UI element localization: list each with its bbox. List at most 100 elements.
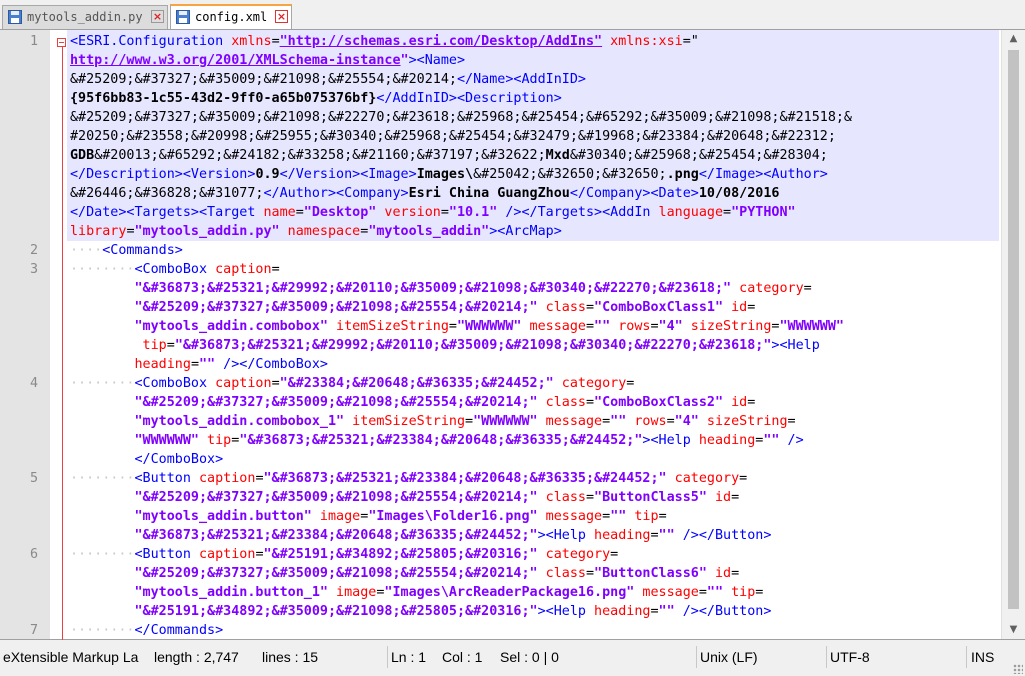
- code-token: "": [658, 528, 675, 543]
- code-line[interactable]: "&#25209;&#37327;&#35009;&#21098;&#25554…: [0, 298, 1000, 317]
- code-token: 10/08/2016: [698, 186, 780, 201]
- code-token: caption: [199, 547, 256, 562]
- code-token: id: [706, 490, 732, 505]
- code-token: "": [610, 509, 627, 524]
- code-token: class: [537, 300, 586, 315]
- code-line[interactable]: 7 ········</Commands>: [0, 621, 1000, 640]
- code-token: =: [731, 566, 740, 581]
- code-token: =: [585, 395, 595, 410]
- code-token: =: [271, 34, 280, 49]
- code-line[interactable]: "&#25209;&#37327;&#35009;&#21098;&#25554…: [0, 564, 1000, 583]
- code-token: =: [190, 357, 199, 372]
- code-line[interactable]: "&#36873;&#25321;&#23384;&#20648;&#36335…: [0, 526, 1000, 545]
- resize-grip-icon[interactable]: [1013, 664, 1023, 674]
- code-token: message: [537, 414, 603, 429]
- code-line[interactable]: 2 ····<Commands>: [0, 241, 1000, 260]
- code-token: =: [658, 509, 667, 524]
- code-token: library: [70, 224, 127, 239]
- close-icon[interactable]: ×: [151, 10, 164, 23]
- code-line[interactable]: #20250;&#23558;&#20998;&#25955;&#30340;&…: [0, 127, 1000, 146]
- code-token: =: [723, 205, 732, 220]
- save-disk-icon: [8, 10, 22, 24]
- code-line[interactable]: </Date><Targets><Target name="Desktop" v…: [0, 203, 1000, 222]
- scroll-up-arrow-icon[interactable]: ▲: [1002, 30, 1025, 48]
- code-line[interactable]: "&#36873;&#25321;&#29992;&#20110;&#35009…: [0, 279, 1000, 298]
- code-token: rows: [626, 414, 667, 429]
- code-token: ><Help: [537, 604, 595, 619]
- tab-mytools-addin-py[interactable]: mytools_addin.py ×: [2, 5, 168, 29]
- code-line[interactable]: "&#25191;&#34892;&#35009;&#21098;&#25805…: [0, 602, 1000, 621]
- code-editor[interactable]: 1 <ESRI.Configuration xmlns="http://schem…: [0, 29, 1025, 647]
- code-line[interactable]: library="mytools_addin.py" namespace="my…: [0, 222, 1000, 241]
- code-line[interactable]: 4 ········<ComboBox caption="&#23384;&#20…: [0, 374, 1000, 393]
- code-token: "&#36873;&#25321;&#23384;&#20648;&#36335…: [134, 528, 538, 543]
- code-token: tip: [199, 433, 232, 448]
- code-line[interactable]: "&#25209;&#37327;&#35009;&#21098;&#25554…: [0, 393, 1000, 412]
- code-token: "mytools_addin.combobox_1": [134, 414, 345, 429]
- code-line[interactable]: "mytools_addin.combobox_1" itemSizeStrin…: [0, 412, 1000, 431]
- code-token: message: [537, 509, 603, 524]
- code-token: "Images\Folder16.png": [368, 509, 538, 524]
- code-line[interactable]: 3 ········<ComboBox caption=: [0, 260, 1000, 279]
- status-mode[interactable]: INS: [971, 649, 994, 665]
- code-lines[interactable]: 1 <ESRI.Configuration xmlns="http://schem…: [0, 32, 1000, 640]
- code-token: /></Button>: [674, 604, 772, 619]
- code-line[interactable]: 5 ········<Button caption="&#36873;&#2532…: [0, 469, 1000, 488]
- code-token: "ButtonClass5": [594, 490, 707, 505]
- code-line[interactable]: "mytools_addin.combobox" itemSizeString=…: [0, 317, 1000, 336]
- code-token: "&#25209;&#37327;&#35009;&#21098;&#25554…: [134, 490, 538, 505]
- code-token: "&#25191;&#34892;&#35009;&#21098;&#25805…: [134, 604, 538, 619]
- code-line[interactable]: http://www.w3.org/2001/XMLSchema-instanc…: [0, 51, 1000, 70]
- code-text: ········<ComboBox caption="&#23384;&#206…: [70, 374, 634, 393]
- code-line[interactable]: &#25209;&#37327;&#35009;&#21098;&#25554;…: [0, 70, 1000, 89]
- status-encoding[interactable]: UTF-8: [830, 649, 870, 665]
- code-line[interactable]: "&#25209;&#37327;&#35009;&#21098;&#25554…: [0, 488, 1000, 507]
- wrap-indent: [70, 528, 135, 543]
- code-token: image: [327, 585, 377, 600]
- code-line[interactable]: "mytools_addin.button" image = "Images\Fol…: [0, 507, 1000, 526]
- code-line[interactable]: &#25209;&#37327;&#35009;&#21098;&#22270;…: [0, 108, 1000, 127]
- code-line[interactable]: 1 <ESRI.Configuration xmlns="http://schem…: [0, 32, 1000, 51]
- code-line[interactable]: tip="&#36873;&#25321;&#29992;&#20110;&#3…: [0, 336, 1000, 355]
- line-number: 5: [29, 471, 38, 486]
- scroll-down-arrow-icon[interactable]: ▼: [1002, 621, 1025, 639]
- code-token: "&#36873;&#25321;&#29992;&#20110;&#35009…: [174, 338, 772, 353]
- wrap-indent: [70, 414, 135, 429]
- code-line[interactable]: </Description><Version>0.9</Version><Ima…: [0, 165, 1000, 184]
- code-line[interactable]: &#26446;&#36828;&#31077;</Author><Compan…: [0, 184, 1000, 203]
- code-token: tip: [626, 509, 659, 524]
- status-separator: [826, 646, 827, 668]
- code-line[interactable]: heading="" /></ComboBox>: [0, 355, 1000, 374]
- code-token: &#25209;&#37327;&#35009;&#21098;&#25554;…: [70, 72, 457, 87]
- scroll-thumb[interactable]: [1008, 50, 1019, 609]
- tab-config-xml[interactable]: config.xml ×: [170, 4, 292, 29]
- vertical-scrollbar[interactable]: ▲ ▼: [1001, 30, 1025, 639]
- code-token: =: [602, 509, 611, 524]
- code-line[interactable]: {95f6bb83-1c55-43d2-9ff0-a65b075376bf}</…: [0, 89, 1000, 108]
- code-line[interactable]: "mytools_addin.button_1" image = "Images\A…: [0, 583, 1000, 602]
- code-token: </AddInID><Description>: [376, 91, 562, 106]
- wrap-indent: [70, 490, 135, 505]
- code-line[interactable]: "WWWWWW" tip="&#36873;&#25321;&#23384;&#…: [0, 431, 1000, 450]
- code-text: "&#36873;&#25321;&#23384;&#20648;&#36335…: [70, 526, 772, 545]
- code-token: itemSizeString: [344, 414, 466, 429]
- code-token: ><Help: [537, 528, 595, 543]
- code-token: category: [731, 281, 804, 296]
- code-token: </Version><Image>: [279, 167, 417, 182]
- code-line[interactable]: 6 ········<Button caption="&#25191;&#3489…: [0, 545, 1000, 564]
- status-eol[interactable]: Unix (LF): [700, 649, 758, 665]
- line-number: 2: [29, 243, 38, 258]
- code-token: </Name><AddInID>: [456, 72, 586, 87]
- code-line[interactable]: GDB&#20013;&#65292;&#24182;&#33258;&#211…: [0, 146, 1000, 165]
- indent-guide: ········: [70, 262, 135, 277]
- status-bar: eXtensible Markup La length : 2,747 line…: [0, 640, 1025, 676]
- code-line[interactable]: </ComboBox>: [0, 450, 1000, 469]
- code-token: &#25209;&#37327;&#35009;&#21098;&#22270;…: [70, 110, 852, 125]
- code-text: GDB&#20013;&#65292;&#24182;&#33258;&#211…: [70, 146, 828, 165]
- close-icon[interactable]: ×: [275, 10, 288, 23]
- line-number: 7: [29, 623, 38, 638]
- tab-label: config.xml: [195, 10, 268, 24]
- code-token: =: [585, 300, 595, 315]
- code-token: =: [166, 338, 175, 353]
- code-token: GDB: [70, 148, 95, 163]
